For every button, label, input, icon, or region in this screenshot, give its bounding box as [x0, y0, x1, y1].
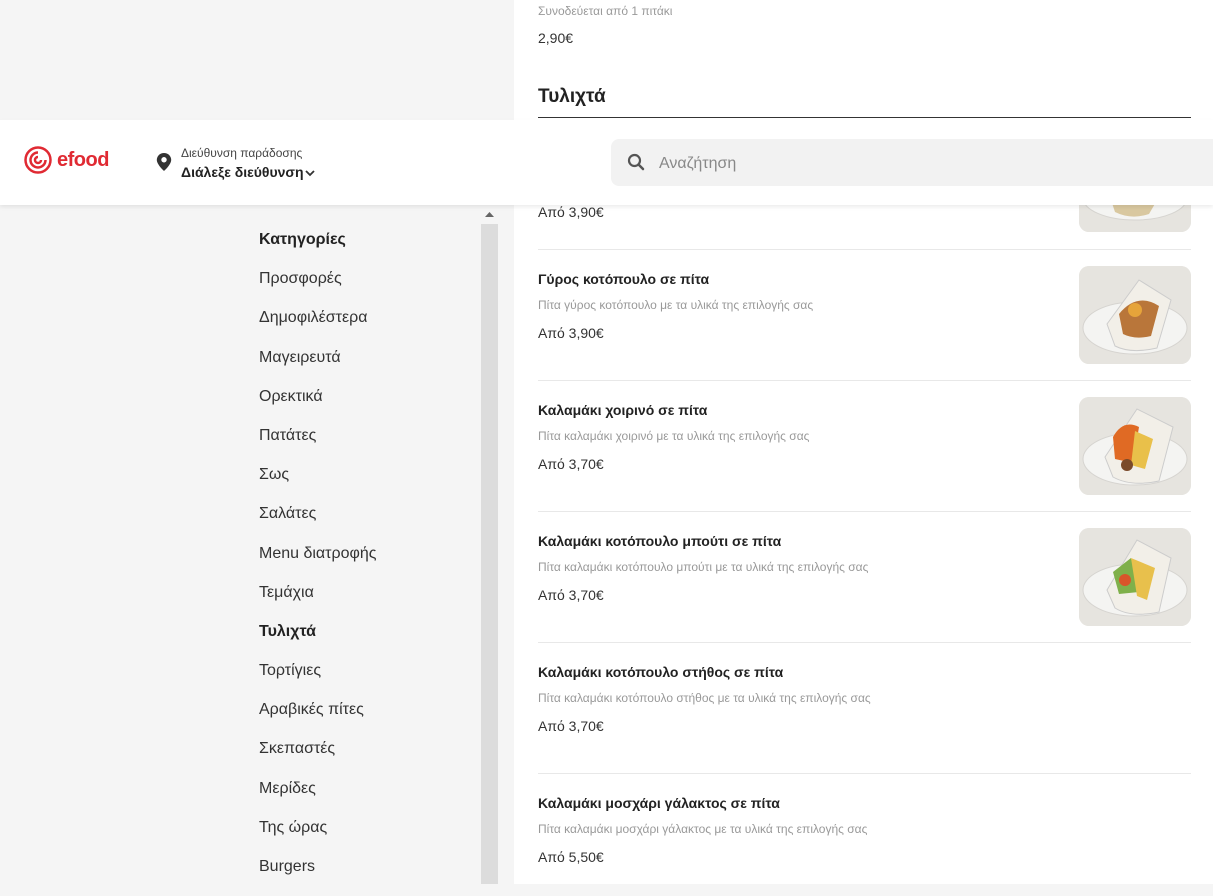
item-image	[1079, 397, 1191, 495]
address-value: Διάλεξε διεύθυνση	[181, 164, 304, 180]
search-icon	[627, 153, 645, 171]
item-name: Καλαμάκι κοτόπουλο μπούτι σε πίτα	[538, 533, 782, 549]
item-description: Πίτα καλαμάκι μοσχάρι γάλακτος με τα υλι…	[538, 822, 868, 836]
item-image	[1079, 528, 1191, 626]
item-image	[1079, 266, 1191, 364]
efood-logo[interactable]: efood	[24, 146, 109, 174]
category-item[interactable]: Menu διατροφής	[259, 544, 479, 583]
address-label: Διεύθυνση παράδοσης	[181, 146, 303, 160]
item-name: Καλαμάκι μοσχάρι γάλακτος σε πίτα	[538, 795, 780, 811]
section-title: Τυλιχτά	[538, 86, 606, 107]
menu-item[interactable]: Καλαμάκι χοιρινό σε πίτα Πίτα καλαμάκι χ…	[538, 380, 1191, 512]
item-description: Πίτα καλαμάκι κοτόπουλο στήθος με τα υλι…	[538, 691, 871, 705]
item-description: Πίτα γύρος κοτόπουλο με τα υλικά της επι…	[538, 298, 814, 312]
top-header: efood Διεύθυνση παράδοσης Διάλεξε διεύθυ…	[0, 120, 1213, 205]
menu-item[interactable]: Γύρος κοτόπουλο σε πίτα Πίτα γύρος κοτόπ…	[538, 249, 1191, 381]
location-pin-icon	[156, 153, 172, 171]
item-description: Πίτα καλαμάκι κοτόπουλο μπούτι με τα υλι…	[538, 560, 869, 574]
menu-item[interactable]: Καλαμάκι κοτόπουλο μπούτι σε πίτα Πίτα κ…	[538, 511, 1191, 643]
category-item[interactable]: Σως	[259, 465, 479, 504]
category-item[interactable]: Burgers	[259, 857, 479, 896]
item-name: Καλαμάκι κοτόπουλο στήθος σε πίτα	[538, 664, 784, 680]
item-price: Από 3,90€	[538, 204, 604, 220]
item-name: Καλαμάκι χοιρινό σε πίτα	[538, 402, 708, 418]
category-item[interactable]: Σαλάτες	[259, 504, 479, 543]
category-item[interactable]: Τεμάχια	[259, 583, 479, 622]
category-item[interactable]: Μερίδες	[259, 779, 479, 818]
scrollbar-up-arrow[interactable]	[481, 205, 498, 224]
item-description: Πίτα καλαμάκι χοιρινό με τα υλικά της επ…	[538, 429, 810, 443]
category-item[interactable]: Δημοφιλέστερα	[259, 308, 479, 347]
menu-item[interactable]: Καλαμάκι μοσχάρι γάλακτος σε πίτα Πίτα κ…	[538, 773, 1191, 884]
menu-item[interactable]: Καλαμάκι κοτόπουλο στήθος σε πίτα Πίτα κ…	[538, 642, 1191, 774]
item-price: Από 5,50€	[538, 849, 604, 865]
item-price: Από 3,90€	[538, 325, 604, 341]
search-bar[interactable]	[611, 139, 1213, 188]
category-item[interactable]: Προσφορές	[259, 269, 479, 308]
prev-item-price: 2,90€	[538, 30, 574, 46]
item-price: Από 3,70€	[538, 718, 604, 734]
chevron-down-icon	[305, 170, 315, 177]
category-item[interactable]: Σκεπαστές	[259, 739, 479, 778]
category-item[interactable]: Της ώρας	[259, 818, 479, 857]
prev-item-description: Συνοδεύεται από 1 πιτάκι	[538, 4, 673, 18]
category-item[interactable]: Μαγειρευτά	[259, 348, 479, 387]
item-price: Από 3,70€	[538, 456, 604, 472]
item-price: Από 3,70€	[538, 587, 604, 603]
search-input[interactable]	[657, 139, 1201, 188]
categories-heading: Κατηγορίες	[259, 231, 346, 248]
item-name: Γύρος κοτόπουλο σε πίτα	[538, 271, 710, 287]
efood-logo-icon	[24, 146, 52, 174]
category-item[interactable]: Ορεκτικά	[259, 387, 479, 426]
category-item[interactable]: Τορτίγιες	[259, 661, 479, 700]
scrollbar-track[interactable]	[481, 224, 498, 884]
category-item[interactable]: Αραβικές πίτες	[259, 700, 479, 739]
brand-name: efood	[57, 148, 109, 171]
category-list: Κατηγορίες Προσφορές Δημοφιλέστερα Μαγει…	[259, 230, 479, 896]
category-item[interactable]: Πατάτες	[259, 426, 479, 465]
category-item-active[interactable]: Τυλιχτά	[259, 622, 479, 661]
